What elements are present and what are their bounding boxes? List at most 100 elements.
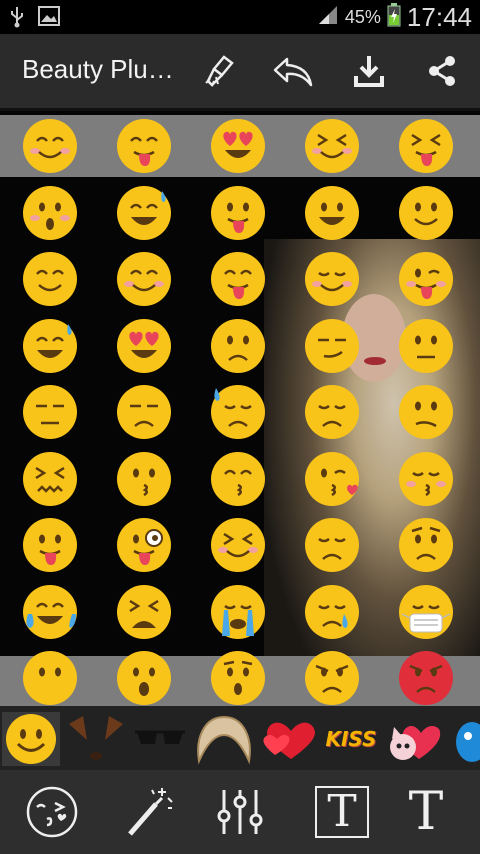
emoji-pensive[interactable] bbox=[304, 384, 360, 440]
sticker-strip[interactable]: KISS bbox=[0, 706, 480, 770]
usb-icon bbox=[10, 6, 24, 32]
emoji-kissing-smile[interactable] bbox=[210, 451, 266, 507]
eraser-button[interactable] bbox=[197, 50, 243, 92]
app-bar: Beauty Plu… bbox=[0, 34, 480, 111]
emoji-heart-eyes[interactable] bbox=[210, 118, 266, 174]
emoji-tool-button[interactable] bbox=[22, 784, 82, 840]
emoji-tongue-out[interactable] bbox=[210, 185, 266, 241]
emoji-no-mouth[interactable] bbox=[22, 650, 78, 706]
emoji-heart-eyes[interactable] bbox=[116, 318, 172, 374]
tongue-icon bbox=[23, 518, 77, 572]
emoji-relieved[interactable] bbox=[304, 251, 360, 307]
emoji-smirk[interactable] bbox=[304, 318, 360, 374]
emoji-frown[interactable] bbox=[210, 318, 266, 374]
emoji-kissing[interactable] bbox=[116, 451, 172, 507]
emoji-sob[interactable] bbox=[210, 584, 266, 640]
emoji-worried[interactable] bbox=[398, 517, 454, 573]
emoji-neutral[interactable] bbox=[398, 318, 454, 374]
adjust-sliders-icon bbox=[217, 790, 263, 834]
mask-icon bbox=[399, 584, 453, 639]
sticker-cartoon-cats[interactable] bbox=[384, 712, 446, 766]
emoji-kiss-blush[interactable] bbox=[398, 451, 454, 507]
bottom-toolbar: T T bbox=[0, 770, 480, 854]
dog-ears-icon bbox=[69, 716, 123, 760]
sticker-smiley[interactable] bbox=[2, 712, 60, 766]
sticker-hair-wig[interactable] bbox=[192, 712, 256, 766]
emoji-big-grin[interactable] bbox=[304, 185, 360, 241]
expressionless-icon bbox=[23, 385, 77, 439]
emoji-confounded[interactable] bbox=[22, 451, 78, 507]
slight-smile-icon bbox=[399, 185, 453, 240]
photo-canvas[interactable] bbox=[0, 111, 480, 706]
emoji-blush[interactable] bbox=[116, 251, 172, 307]
no-mouth-icon bbox=[23, 651, 77, 705]
emoji-sleepy[interactable] bbox=[304, 584, 360, 640]
emoji-squint-tongue-out[interactable] bbox=[398, 118, 454, 174]
sticker-sunglasses[interactable] bbox=[132, 712, 188, 766]
photo-lips bbox=[364, 357, 386, 365]
confused-icon bbox=[399, 385, 453, 439]
kiss-blush-icon bbox=[399, 451, 453, 506]
text-box-button[interactable]: T bbox=[312, 784, 372, 840]
joy-icon bbox=[23, 584, 77, 639]
sticker-blue-creature[interactable] bbox=[452, 712, 480, 766]
emoji-pouting[interactable] bbox=[398, 650, 454, 706]
emoji-yum[interactable] bbox=[210, 251, 266, 307]
emoji-confused[interactable] bbox=[398, 384, 454, 440]
emoji-zany[interactable] bbox=[116, 517, 172, 573]
sticker-kiss-text[interactable]: KISS bbox=[322, 712, 380, 766]
kiss-heart-icon bbox=[305, 451, 359, 506]
wink-tongue-icon bbox=[399, 252, 453, 306]
download-icon bbox=[354, 56, 384, 87]
download-button[interactable] bbox=[346, 50, 392, 92]
tired-icon bbox=[117, 584, 171, 639]
emoji-joy[interactable] bbox=[22, 584, 78, 640]
emoji-kiss-heart[interactable] bbox=[304, 451, 360, 507]
emoji-disappointed[interactable] bbox=[304, 517, 360, 573]
emoji-smile[interactable] bbox=[22, 251, 78, 307]
undo-icon bbox=[273, 57, 313, 87]
text-button[interactable]: T bbox=[396, 784, 456, 840]
frown-icon bbox=[211, 318, 265, 373]
emoji-yum[interactable] bbox=[116, 118, 172, 174]
emoji-slight-smile[interactable] bbox=[398, 185, 454, 241]
battery-charging-icon bbox=[387, 3, 401, 32]
neutral-icon bbox=[399, 318, 453, 373]
big-grin-icon bbox=[305, 185, 359, 240]
sticker-red-hearts[interactable] bbox=[260, 712, 318, 766]
magic-wand-icon bbox=[128, 788, 173, 836]
cartoon-cats-icon bbox=[390, 726, 441, 760]
emoji-expressionless[interactable] bbox=[22, 384, 78, 440]
red-hearts-icon bbox=[263, 722, 315, 759]
clock: 17:44 bbox=[406, 2, 472, 32]
emoji-mask[interactable] bbox=[398, 584, 454, 640]
emoji-surprised[interactable] bbox=[22, 185, 78, 241]
emoji-tongue[interactable] bbox=[22, 517, 78, 573]
undo-button[interactable] bbox=[270, 50, 316, 92]
hushed-icon bbox=[211, 651, 265, 705]
text-box-glyph: T bbox=[327, 786, 357, 837]
pensive-icon bbox=[305, 385, 359, 439]
share-icon bbox=[429, 56, 455, 86]
emoji-open-mouth[interactable] bbox=[116, 650, 172, 706]
sticker-dog-ears[interactable] bbox=[64, 712, 128, 766]
emoji-sweat-smile[interactable] bbox=[116, 185, 172, 241]
emoji-wink-tongue[interactable] bbox=[398, 251, 454, 307]
magic-wand-button[interactable] bbox=[118, 784, 178, 840]
emoji-squint-tongue[interactable] bbox=[304, 118, 360, 174]
pouting-icon bbox=[399, 651, 453, 705]
kissing-smile-icon bbox=[211, 451, 265, 506]
share-button[interactable] bbox=[419, 50, 465, 92]
emoji-sweat-grin[interactable] bbox=[22, 318, 78, 374]
squint-tongue-icon bbox=[211, 518, 265, 572]
emoji-blush-smile[interactable] bbox=[22, 118, 78, 174]
emoji-hushed[interactable] bbox=[210, 650, 266, 706]
smiley-emoji-icon bbox=[6, 714, 56, 764]
adjust-sliders-button[interactable] bbox=[210, 784, 270, 840]
emoji-downcast-sweat[interactable] bbox=[210, 384, 266, 440]
emoji-angry[interactable] bbox=[304, 650, 360, 706]
emoji-tired[interactable] bbox=[116, 584, 172, 640]
hair-wig-icon bbox=[197, 715, 251, 765]
emoji-unamused[interactable] bbox=[116, 384, 172, 440]
emoji-squint-tongue[interactable] bbox=[210, 517, 266, 573]
